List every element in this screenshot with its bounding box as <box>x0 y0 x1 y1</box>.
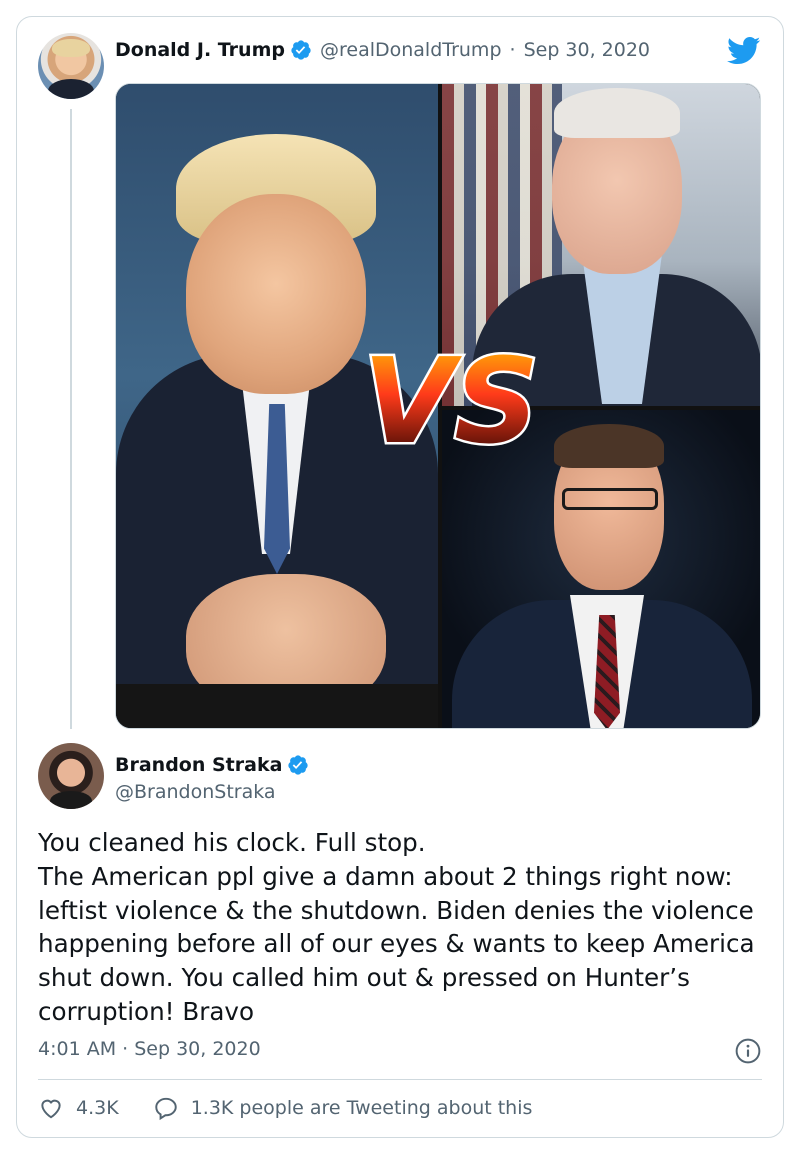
verified-badge-icon <box>288 755 309 775</box>
verified-badge-icon <box>291 40 311 60</box>
figure-hair <box>554 424 664 468</box>
tweet-header: Donald J. Trump @realDonaldTrump · Sep 3… <box>115 36 650 64</box>
figure-face <box>186 194 366 394</box>
thread-connector-line <box>70 109 72 729</box>
author-name[interactable]: Donald J. Trump <box>115 39 285 61</box>
speech-bubble-icon <box>154 1097 177 1121</box>
desk <box>116 684 438 728</box>
heart-icon <box>41 1099 61 1119</box>
reply-timestamp[interactable]: 4:01 AM · Sep 30, 2020 <box>38 1038 261 1060</box>
separator-dot: · <box>509 39 516 61</box>
figure-glasses <box>562 488 658 510</box>
vs-overlay-graphic: VS <box>360 334 541 464</box>
twitter-bird-icon[interactable] <box>727 37 761 65</box>
like-count: 4.3K <box>76 1097 119 1119</box>
vs-overlay-text: VS <box>363 334 539 464</box>
like-button[interactable]: 4.3K <box>38 1095 119 1121</box>
author-handle[interactable]: @realDonaldTrump <box>320 39 502 61</box>
tweeting-about-link[interactable]: 1.3K people are Tweeting about this <box>153 1095 533 1121</box>
figure-hair <box>554 88 680 138</box>
embedded-tweet-card[interactable]: Donald J. Trump @realDonaldTrump · Sep 3… <box>16 16 784 1138</box>
tweeting-about-text: 1.3K people are Tweeting about this <box>190 1097 533 1119</box>
reply-author-handle[interactable]: @BrandonStraka <box>115 781 309 803</box>
reply-body-text: You cleaned his clock. Full stop. The Am… <box>38 828 755 1026</box>
tweet-date[interactable]: Sep 30, 2020 <box>524 39 650 61</box>
reply-author-name[interactable]: Brandon Straka <box>115 754 282 776</box>
trump-avatar[interactable] <box>38 33 104 99</box>
info-icon[interactable] <box>735 1038 761 1064</box>
reply-header: Brandon Straka @BrandonStraka <box>115 752 309 803</box>
action-bar: 4.3K 1.3K people are Tweeting about this <box>38 1095 532 1121</box>
divider <box>38 1079 762 1080</box>
tweet-media-image[interactable]: VS <box>115 83 761 729</box>
straka-avatar[interactable] <box>38 743 104 809</box>
